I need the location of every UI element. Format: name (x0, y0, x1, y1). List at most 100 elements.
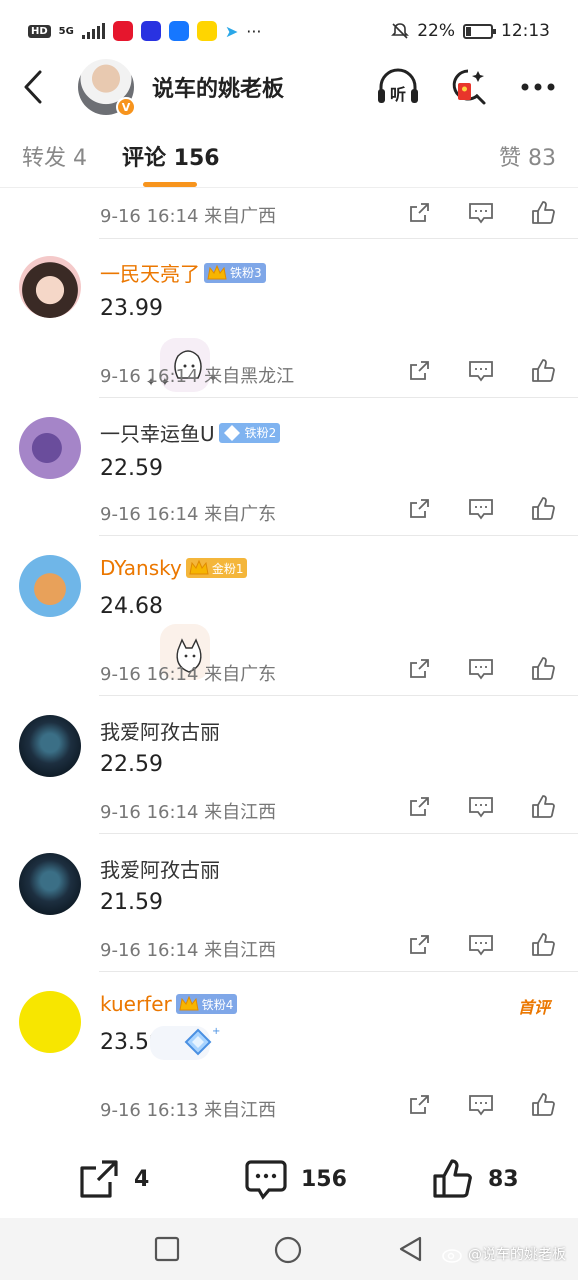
like-thumb-icon[interactable] (530, 794, 556, 820)
fan-badge: 铁粉3 (204, 262, 266, 283)
repost-button[interactable]: 4 (78, 1158, 149, 1200)
commenter-name[interactable]: 我爱阿孜古丽 (100, 716, 220, 745)
red-packet-search-icon[interactable] (446, 65, 490, 109)
hd-indicator: HD (28, 24, 51, 38)
fan-badge: 金粉1 (185, 558, 248, 578)
tab-comments[interactable]: 评论 156 (122, 140, 220, 172)
fan-badge-label: 铁粉3 (230, 266, 262, 280)
tab-likes[interactable]: 赞 83 (499, 140, 556, 172)
comment-text: 23.99 (100, 296, 163, 321)
list-item: kuerfer 铁粉4 首评 23.59 + 9-16 16:13 来自江西 (0, 972, 578, 1132)
repost-icon (80, 1160, 118, 1198)
back-arrow-icon[interactable] (18, 70, 48, 104)
comment-button[interactable]: 156 (245, 1158, 347, 1200)
commenter-name[interactable]: DYansky (100, 556, 182, 580)
like-count: 83 (488, 1166, 519, 1192)
comment-meta: 9-16 16:14 来自广西 (100, 206, 277, 227)
commenter-avatar[interactable] (19, 555, 81, 617)
share-icon[interactable] (406, 1092, 432, 1118)
fan-badge: 铁粉2 (218, 422, 281, 443)
repost-count: 4 (134, 1166, 150, 1192)
list-item: 我爱阿孜古丽 21.59 9-16 16:14 来自江西 (0, 834, 578, 972)
like-thumb-icon[interactable] (530, 932, 556, 958)
share-icon[interactable] (406, 794, 432, 820)
share-icon[interactable] (406, 200, 432, 226)
active-tab-indicator (143, 182, 197, 187)
share-icon[interactable] (406, 656, 432, 682)
comment-meta: 9-16 16:14 来自江西 (100, 940, 277, 961)
commenter-name[interactable]: kuerfer (100, 992, 172, 1016)
mute-bell-icon (391, 23, 410, 39)
listen-headphones-icon[interactable]: 听 (376, 65, 420, 109)
crown-icon (179, 995, 199, 1011)
share-icon[interactable] (406, 496, 432, 522)
comment-meta: 9-16 16:14 来自江西 (100, 802, 277, 823)
reply-icon[interactable] (468, 656, 494, 682)
list-item: 一只幸运鱼U 铁粉2 22.59 9-16 16:14 来自广东 (0, 398, 578, 536)
commenter-avatar[interactable] (19, 853, 81, 915)
like-thumb-icon[interactable] (530, 496, 556, 522)
reply-icon[interactable] (468, 358, 494, 384)
battery-level-fill (466, 26, 471, 36)
reply-icon[interactable] (468, 1092, 494, 1118)
comment-count: 156 (301, 1166, 347, 1192)
recent-apps-square-icon[interactable] (154, 1236, 180, 1266)
comment-meta: 9-16 16:14 来自广东 (100, 664, 277, 685)
svg-text:+: + (212, 1026, 220, 1037)
list-item: DYansky 金粉1 24.68 9-16 16:14 来自广东 (0, 536, 578, 696)
play-arrow-icon: ➤ (224, 21, 239, 41)
list-item: 我爱阿孜古丽 22.59 9-16 16:14 来自江西 (0, 696, 578, 834)
like-thumb-icon[interactable] (530, 358, 556, 384)
commenter-name[interactable]: 一民天亮了 (100, 258, 200, 287)
top-header: V 说车的姚老板 听 (0, 56, 578, 118)
system-nav-bar: @说车的姚老板 (0, 1218, 578, 1280)
share-icon[interactable] (406, 932, 432, 958)
baidu-app-icon (140, 21, 161, 41)
crown-icon (189, 559, 209, 575)
list-item: 一民天亮了 铁粉3 23.99 ✦ ✦ ✦ 9-16 16:14 来自黑龙江 (0, 238, 578, 398)
commenter-name[interactable]: 一只幸运鱼U (100, 418, 215, 447)
watermark-text: @说车的姚老板 (468, 1247, 566, 1263)
page-title[interactable]: 说车的姚老板 (152, 71, 284, 103)
reply-icon[interactable] (468, 496, 494, 522)
weibo-logo-icon (442, 1249, 462, 1263)
signal-icon (81, 23, 105, 39)
bottom-action-bar: 4 156 83 (0, 1140, 578, 1218)
fan-badge-label: 铁粉2 (244, 426, 277, 440)
diamond-sticker-icon: + (150, 1022, 220, 1066)
commenter-avatar[interactable] (19, 715, 81, 777)
commenter-name[interactable]: 我爱阿孜古丽 (100, 854, 220, 883)
author-avatar[interactable]: V (78, 59, 136, 117)
diamond-icon (223, 424, 240, 441)
commenter-avatar[interactable] (19, 991, 81, 1053)
reply-icon[interactable] (468, 200, 494, 226)
back-triangle-icon[interactable] (398, 1236, 424, 1266)
comment-text: 21.59 (100, 890, 163, 915)
clock-time: 12:13 (501, 21, 550, 41)
like-thumb-icon[interactable] (530, 1092, 556, 1118)
first-comment-tag: 首评 (517, 998, 550, 1017)
comment-bubble-icon (245, 1160, 287, 1200)
tab-reposts[interactable]: 转发 4 (22, 140, 87, 172)
more-dots-icon[interactable] (516, 65, 560, 109)
yellow-app-icon (196, 21, 217, 41)
reply-icon[interactable] (468, 932, 494, 958)
crown-icon (207, 264, 227, 279)
verified-badge-icon: V (116, 97, 136, 117)
like-thumb-icon[interactable] (530, 656, 556, 682)
like-thumb-icon[interactable] (530, 200, 556, 226)
comment-meta: 9-16 16:14 来自广东 (100, 504, 277, 525)
comment-text: 24.68 (100, 594, 163, 619)
weibo-app-icon (112, 21, 133, 41)
comment-list: 9-16 16:14 来自广西 一民天亮了 铁粉3 23.99 ✦ ✦ ✦ 9-1… (0, 190, 578, 1132)
commenter-avatar[interactable] (19, 256, 81, 318)
home-circle-icon[interactable] (274, 1236, 302, 1268)
comment-text: 22.59 (100, 752, 163, 777)
comment-meta: 9-16 16:14 来自黑龙江 (100, 366, 295, 387)
share-icon[interactable] (406, 358, 432, 384)
like-button[interactable]: 83 (432, 1158, 519, 1200)
more-notifications-icon: ··· (246, 21, 262, 41)
commenter-avatar[interactable] (19, 417, 81, 479)
reply-icon[interactable] (468, 794, 494, 820)
comment-meta: 9-16 16:13 来自江西 (100, 1100, 277, 1121)
